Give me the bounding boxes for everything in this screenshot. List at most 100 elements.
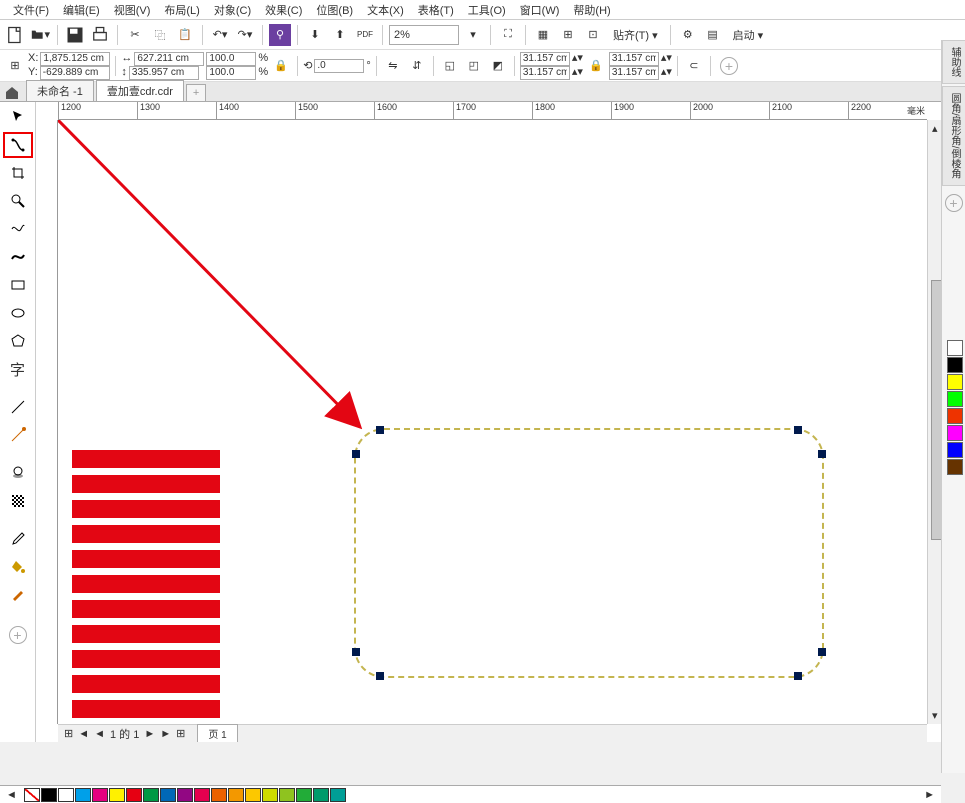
ellipse-tool[interactable]	[3, 300, 33, 326]
wrap-text-button[interactable]: ⊂	[683, 55, 705, 77]
menu-object[interactable]: 对象(C)	[207, 2, 258, 18]
shape-node[interactable]	[376, 426, 384, 434]
shape-node[interactable]	[352, 450, 360, 458]
crop-tool[interactable]	[3, 160, 33, 186]
options-button[interactable]: ⚙	[677, 24, 699, 46]
menu-edit[interactable]: 编辑(E)	[56, 2, 107, 18]
tab-doc1[interactable]: 未命名 -1	[26, 80, 94, 101]
eyedropper-tool[interactable]	[3, 526, 33, 552]
grid-button[interactable]: ▦	[532, 24, 554, 46]
color-swatch[interactable]	[947, 425, 963, 441]
color-swatch[interactable]	[262, 788, 278, 802]
color-swatch[interactable]	[296, 788, 312, 802]
rotation-input[interactable]	[314, 59, 364, 73]
horizontal-ruler[interactable]: 1200130014001500160017001800190020002100…	[58, 102, 927, 120]
launch-dropdown[interactable]: 启动 ▾	[727, 27, 770, 43]
color-swatch[interactable]	[126, 788, 142, 802]
scale-y-input[interactable]	[206, 66, 256, 80]
color-swatch[interactable]	[330, 788, 346, 802]
add-property-button[interactable]: +	[720, 57, 738, 75]
color-swatch[interactable]	[143, 788, 159, 802]
scroll-up-icon[interactable]: ▴	[932, 122, 938, 135]
menu-tools[interactable]: 工具(O)	[461, 2, 513, 18]
mirror-v-button[interactable]: ⇵	[406, 55, 428, 77]
rectangle-tool[interactable]	[3, 272, 33, 298]
menu-help[interactable]: 帮助(H)	[566, 2, 617, 18]
object-origin-icon[interactable]: ⊞	[4, 55, 26, 77]
color-swatch[interactable]	[160, 788, 176, 802]
guides-button[interactable]: ⊡	[582, 24, 604, 46]
export-button[interactable]: ⬆	[329, 24, 351, 46]
shape-node[interactable]	[818, 450, 826, 458]
color-swatch[interactable]	[245, 788, 261, 802]
corner-round-button[interactable]: ◱	[439, 55, 461, 77]
shape-node[interactable]	[352, 648, 360, 656]
menu-window[interactable]: 窗口(W)	[513, 2, 567, 18]
last-page-button[interactable]: ⊞	[174, 727, 187, 740]
new-button[interactable]	[4, 24, 26, 46]
import-button[interactable]: ⬇	[304, 24, 326, 46]
color-swatch[interactable]	[58, 788, 74, 802]
mirror-h-button[interactable]: ⇋	[382, 55, 404, 77]
copy-button[interactable]: ⿻	[149, 24, 171, 46]
width-input[interactable]	[134, 52, 204, 66]
artistic-media-tool[interactable]	[3, 244, 33, 270]
shape-node[interactable]	[818, 648, 826, 656]
page-tab-1[interactable]: 页 1	[197, 724, 237, 742]
y-position-input[interactable]	[40, 66, 110, 80]
color-swatch[interactable]	[313, 788, 329, 802]
corner-bl-input[interactable]	[520, 66, 570, 80]
color-swatch[interactable]	[228, 788, 244, 802]
home-icon[interactable]	[4, 85, 20, 101]
corner-scallop-button[interactable]: ◰	[463, 55, 485, 77]
prev-page-button[interactable]: ◄	[76, 728, 91, 740]
docker-corners[interactable]: 圆角/扇形角/倒棱角	[942, 86, 965, 186]
red-stripes-object[interactable]	[72, 450, 220, 742]
menu-file[interactable]: 文件(F)	[6, 2, 56, 18]
color-swatch[interactable]	[109, 788, 125, 802]
menu-layout[interactable]: 布局(L)	[157, 2, 206, 18]
color-swatch[interactable]	[177, 788, 193, 802]
color-swatch[interactable]	[947, 357, 963, 373]
palette-left-icon[interactable]: ◄	[0, 789, 23, 801]
corner-chamfer-button[interactable]: ◩	[487, 55, 509, 77]
text-tool[interactable]: 字	[3, 356, 33, 382]
cut-button[interactable]: ✂	[124, 24, 146, 46]
selected-rounded-rectangle[interactable]	[354, 428, 824, 678]
freehand-tool[interactable]	[3, 216, 33, 242]
transparency-tool[interactable]	[3, 488, 33, 514]
save-button[interactable]	[64, 24, 86, 46]
color-swatch[interactable]	[947, 459, 963, 475]
menu-view[interactable]: 视图(V)	[107, 2, 158, 18]
color-swatch[interactable]	[947, 374, 963, 390]
next-page-button[interactable]: ►	[158, 728, 173, 740]
vertical-ruler[interactable]	[36, 120, 58, 724]
add-tool-button[interactable]: +	[9, 626, 27, 644]
undo-button[interactable]: ↶▾	[209, 24, 231, 46]
drop-shadow-tool[interactable]	[3, 460, 33, 486]
no-color-swatch[interactable]	[947, 340, 963, 356]
corner-tr-input[interactable]	[609, 52, 659, 66]
tab-doc2[interactable]: 壹加壹cdr.cdr	[96, 80, 184, 101]
add-docker-button[interactable]: +	[945, 194, 963, 212]
polygon-tool[interactable]	[3, 328, 33, 354]
no-fill-swatch[interactable]	[24, 788, 40, 802]
color-swatch[interactable]	[211, 788, 227, 802]
redo-button[interactable]: ↷▾	[234, 24, 256, 46]
palette-right-icon[interactable]: ►	[918, 789, 941, 801]
open-button[interactable]: ▾	[29, 24, 51, 46]
layout-button[interactable]: ▤	[702, 24, 724, 46]
menu-bitmap[interactable]: 位图(B)	[309, 2, 360, 18]
shape-node[interactable]	[376, 672, 384, 680]
paste-button[interactable]: 📋	[174, 24, 196, 46]
snap-dropdown[interactable]: 贴齐(T) ▾	[607, 27, 664, 43]
corner-br-input[interactable]	[609, 66, 659, 80]
lock-ratio-button[interactable]: 🔒	[270, 55, 292, 77]
dimension-tool[interactable]	[3, 394, 33, 420]
first-page-button[interactable]: ⊞	[62, 727, 75, 740]
tab-new[interactable]: +	[186, 84, 206, 101]
next-button[interactable]: ►	[142, 728, 157, 740]
color-swatch[interactable]	[194, 788, 210, 802]
pick-tool[interactable]	[3, 104, 33, 130]
fill-tool[interactable]	[3, 554, 33, 580]
